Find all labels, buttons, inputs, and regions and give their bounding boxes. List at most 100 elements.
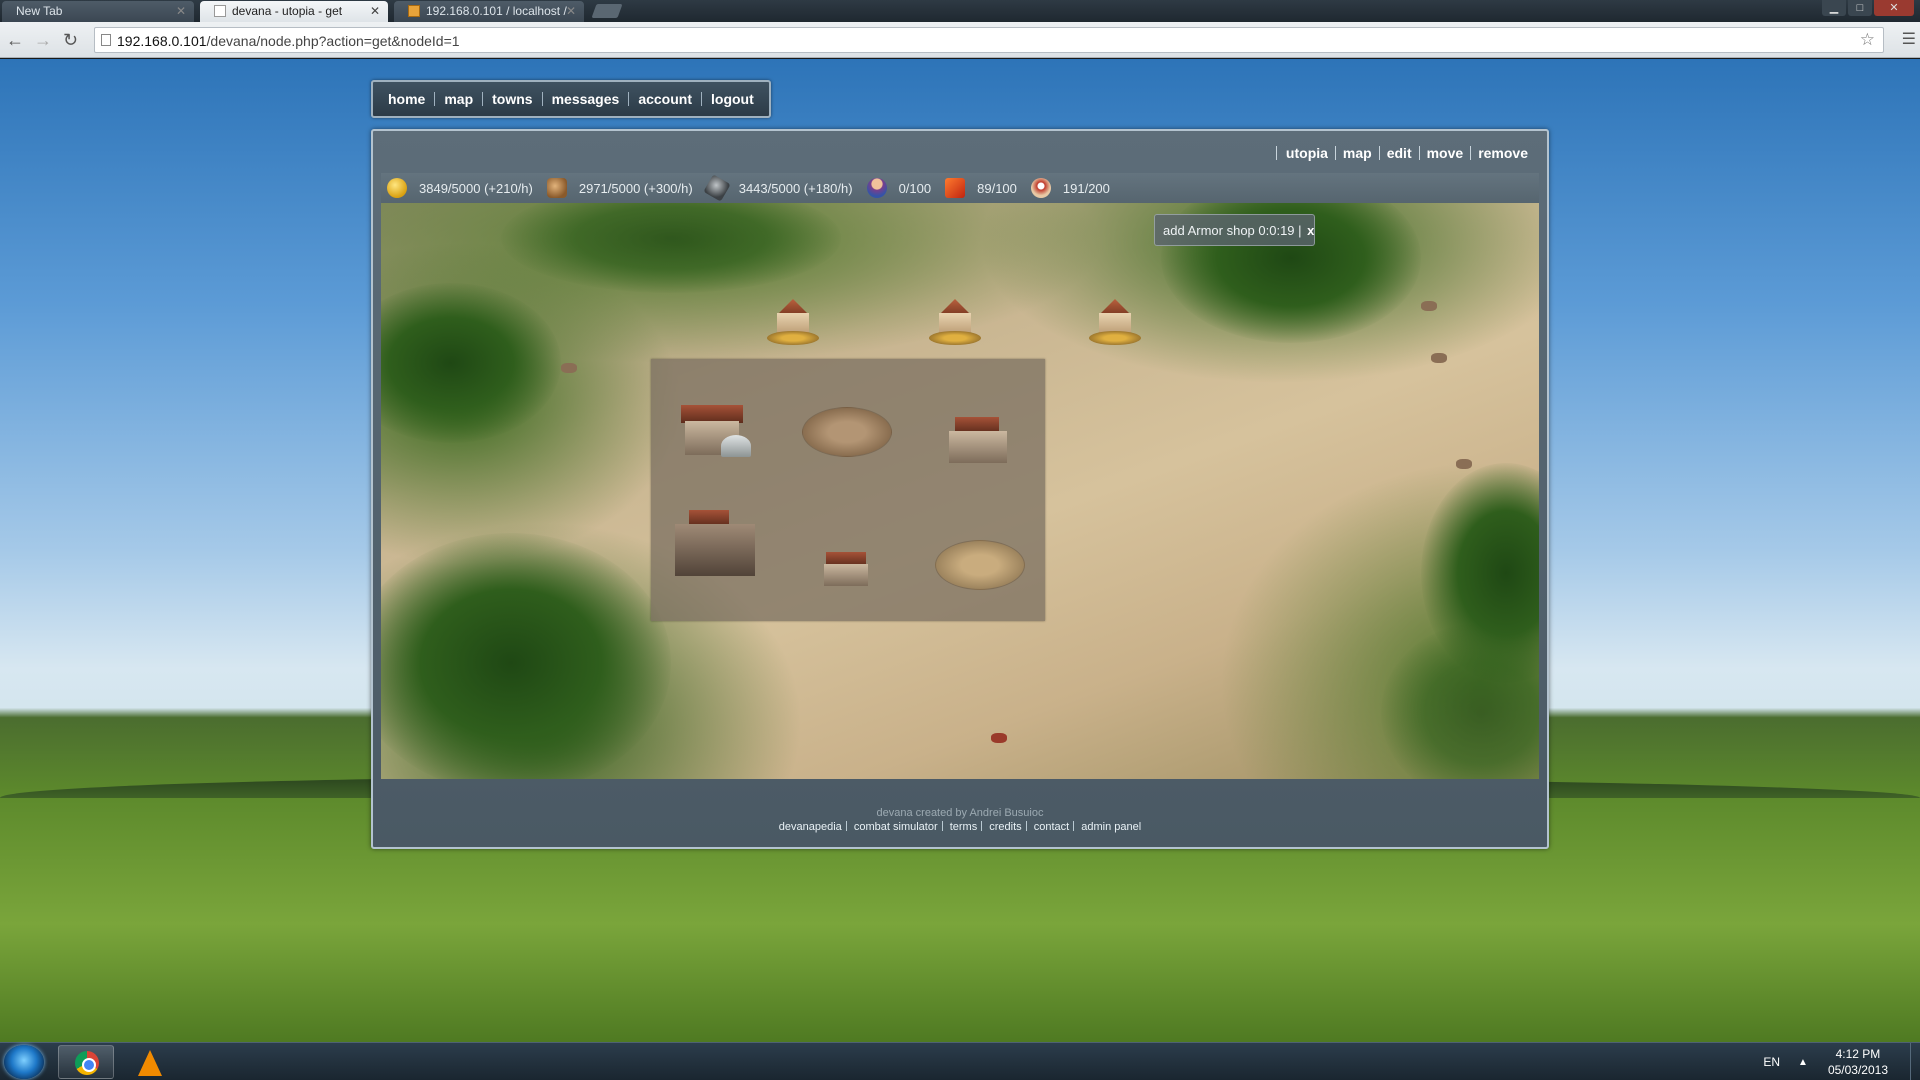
node-menu-separator: [1275, 146, 1277, 160]
tab-close-icon[interactable]: ✕: [370, 4, 380, 18]
node-menu-edit-link[interactable]: edit: [1380, 145, 1419, 161]
footer-terms-link[interactable]: terms: [950, 821, 978, 833]
resource-stone: 3443/5000 (+180/h): [703, 174, 853, 202]
empty-plot: [935, 540, 1025, 590]
nav-account-link[interactable]: account: [629, 91, 701, 107]
nav-map-link[interactable]: map: [435, 91, 482, 107]
resource-stone-value: 3443/5000 (+180/h): [738, 180, 853, 196]
node-menu-map-link[interactable]: map: [1336, 145, 1379, 161]
taskbar-vlc-button[interactable]: [120, 1045, 176, 1079]
node-menu-utopia-link[interactable]: utopia: [1279, 145, 1335, 161]
url-text: 192.168.0.101/devana/node.php?action=get…: [117, 33, 460, 49]
window-controls: ▁ □ ✕: [1822, 0, 1914, 16]
palm-tree: [381, 283, 561, 443]
town-slot-2[interactable]: [782, 359, 913, 490]
footer-devanapedia-link[interactable]: devanapedia: [779, 821, 842, 833]
footer-combat-simulator-link[interactable]: combat simulator: [854, 821, 938, 833]
build-queue-text: add Armor shop 0:0:19 |: [1163, 223, 1302, 238]
tab-title: New Tab: [16, 4, 63, 18]
bookmark-star-icon[interactable]: ☆: [1860, 30, 1875, 50]
chrome-icon: [75, 1051, 99, 1075]
footer-separator: [1025, 821, 1027, 831]
vlc-icon: [138, 1050, 162, 1076]
gold-icon: [387, 178, 407, 198]
nav-messages-link[interactable]: messages: [543, 91, 629, 107]
build-queue: add Armor shop 0:0:19 | x: [1154, 214, 1315, 246]
footer-separator: [941, 821, 943, 831]
node-panel: utopia map edit move remove 3849/5000 (+…: [371, 129, 1549, 849]
nav-towns-link[interactable]: towns: [483, 91, 541, 107]
system-tray: EN ▲ 4:12 PM 05/03/2013: [1763, 1043, 1920, 1080]
browser-toolbar: ← → ↻ 192.168.0.101/devana/node.php?acti…: [0, 22, 1920, 58]
tab-devana-utopia[interactable]: devana - utopia - get ✕: [200, 1, 388, 22]
nav-logout-link[interactable]: logout: [702, 91, 763, 107]
reload-icon[interactable]: ↻: [63, 30, 78, 51]
page-favicon-icon: [214, 5, 226, 17]
footer-separator: [981, 821, 983, 831]
footer-separator: [1073, 821, 1075, 831]
animal-sprite: [561, 363, 577, 373]
resource-lumber: 2971/5000 (+300/h): [546, 178, 693, 198]
show-desktop-button[interactable]: [1910, 1043, 1920, 1080]
footer-admin-panel-link[interactable]: admin panel: [1081, 821, 1141, 833]
new-tab-button[interactable]: [591, 4, 623, 18]
page-viewport: home map towns messages account logout u…: [0, 59, 1920, 1042]
nav-home-link[interactable]: home: [379, 91, 434, 107]
population-icon: [866, 178, 887, 198]
town-slot-6[interactable]: [913, 490, 1044, 621]
show-hidden-icons-icon[interactable]: ▲: [1798, 1057, 1808, 1068]
town-building-grid: [651, 359, 1045, 621]
tab-new-tab[interactable]: New Tab ✕: [2, 1, 194, 22]
construction-site: [802, 407, 892, 457]
hut-building[interactable]: [767, 299, 819, 345]
tab-phpmyadmin[interactable]: 192.168.0.101 / localhost / ✕: [394, 1, 584, 22]
resource-population-value: 0/100: [898, 180, 932, 196]
tab-close-icon[interactable]: ✕: [566, 4, 576, 18]
node-menu-move-link[interactable]: move: [1420, 145, 1471, 161]
tab-title: devana - utopia - get: [232, 4, 343, 18]
page-icon: [101, 34, 111, 46]
forward-arrow-icon[interactable]: →: [34, 30, 52, 51]
resource-army: 191/200: [1030, 178, 1110, 198]
footer-credits-link[interactable]: credits: [989, 821, 1021, 833]
language-indicator[interactable]: EN: [1763, 1055, 1780, 1069]
stone-icon: [703, 174, 731, 202]
node-menu: utopia map edit move remove: [1275, 145, 1535, 161]
town-slot-4[interactable]: [651, 490, 782, 621]
taskbar: EN ▲ 4:12 PM 05/03/2013: [0, 1042, 1920, 1080]
main-navigation: home map towns messages account logout: [371, 80, 771, 118]
town-slot-5[interactable]: [782, 490, 913, 621]
clock-time: 4:12 PM: [1835, 1047, 1881, 1061]
system-clock[interactable]: 4:12 PM 05/03/2013: [1828, 1046, 1888, 1078]
animal-sprite: [991, 733, 1007, 743]
maximize-button[interactable]: □: [1848, 0, 1872, 16]
resource-bar: 3849/5000 (+210/h) 2971/5000 (+300/h) 34…: [381, 173, 1539, 203]
clock-date: 05/03/2013: [1827, 1063, 1888, 1077]
tab-close-icon[interactable]: ✕: [176, 4, 186, 18]
town-scene[interactable]: add Armor shop 0:0:19 | x: [381, 203, 1539, 779]
footer-contact-link[interactable]: contact: [1034, 821, 1069, 833]
close-window-button[interactable]: ✕: [1874, 0, 1914, 16]
army-icon: [1030, 178, 1051, 198]
town-slot-1[interactable]: [651, 359, 782, 490]
node-menu-remove-link[interactable]: remove: [1471, 145, 1535, 161]
minimize-button[interactable]: ▁: [1822, 0, 1846, 16]
url-path: /devana/node.php?action=get&nodeId=1: [206, 33, 460, 49]
footer-credit: devana created by Andrei Busuioc: [876, 807, 1044, 819]
start-button[interactable]: [4, 1045, 44, 1079]
address-bar[interactable]: 192.168.0.101/devana/node.php?action=get…: [94, 27, 1884, 53]
tab-title: 192.168.0.101 / localhost /: [426, 4, 567, 18]
taskbar-chrome-button[interactable]: [58, 1045, 114, 1079]
shrubs: [501, 203, 841, 293]
cancel-build-button[interactable]: x: [1307, 223, 1314, 238]
town-slot-3[interactable]: [913, 359, 1044, 490]
hut-building[interactable]: [929, 299, 981, 345]
shrubs: [1381, 623, 1539, 779]
resource-food-value: 89/100: [977, 180, 1017, 196]
food-icon: [945, 178, 966, 198]
phpmyadmin-favicon-icon: [408, 5, 420, 17]
back-arrow-icon[interactable]: ←: [6, 30, 24, 51]
browser-tab-strip: New Tab ✕ devana - utopia - get ✕ 192.16…: [0, 0, 1920, 22]
browser-menu-icon[interactable]: ☰: [1902, 29, 1916, 49]
hut-building[interactable]: [1089, 299, 1141, 345]
